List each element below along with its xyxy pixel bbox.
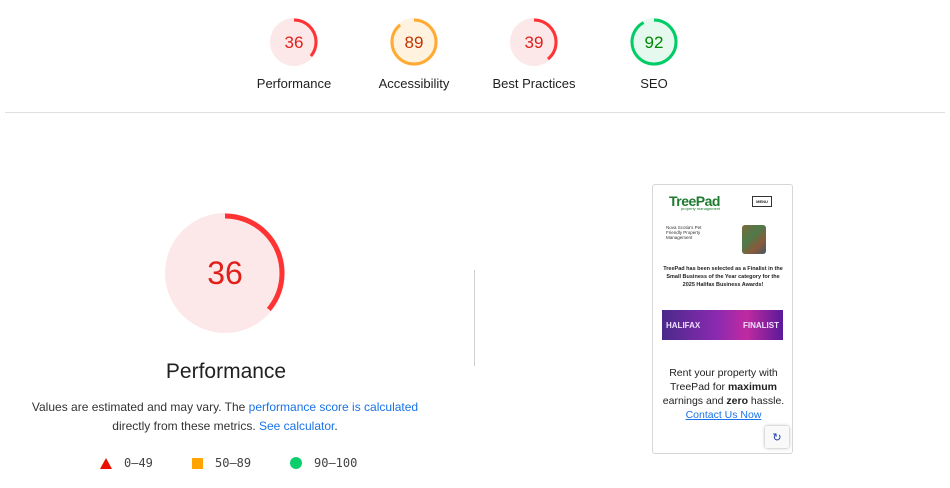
score-legend: 0–49 50–89 90–100: [0, 456, 450, 474]
gauge-performance-ring: 36: [270, 18, 318, 66]
gauge-accessibility-ring: 89: [390, 18, 438, 66]
section-divider: [5, 112, 945, 113]
rent-text-2: earnings and: [662, 395, 727, 407]
tagline-text: Nova Scotia's Pet Friendly Property Mana…: [666, 225, 702, 240]
legend-range: 90–100: [314, 456, 358, 470]
description-suffix: .: [334, 419, 338, 433]
performance-score-link[interactable]: performance score is calculated: [249, 400, 418, 414]
rent-text-3: hassle.: [748, 395, 785, 407]
description-prefix: Values are estimated and may vary. The: [31, 400, 249, 414]
contact-us-link: Contact Us Now: [685, 409, 762, 421]
description-middle: directly from these metrics.: [112, 419, 259, 433]
legend-average: 50–89: [192, 456, 251, 470]
page-screenshot: TreePad property management MENU Nova Sc…: [652, 184, 793, 454]
gauge-label: Best Practices: [492, 76, 576, 91]
vertical-divider: [474, 270, 475, 366]
banner-right-text: FINALIST: [743, 320, 779, 330]
gauge-accessibility[interactable]: 89 Accessibility: [349, 16, 479, 91]
performance-score: 36: [207, 255, 243, 291]
gauge-seo-ring: 92: [630, 18, 678, 66]
finalist-banner: HALIFAX FINALIST: [662, 310, 783, 340]
performance-gauge-ring: 36: [165, 213, 285, 333]
see-calculator-link[interactable]: See calculator: [259, 419, 334, 433]
rent-bold-2: zero: [726, 395, 749, 407]
legend-fail: 0–49: [100, 456, 153, 470]
score-summary: 36 Performance 89 Accessibility 39 Best …: [0, 0, 950, 112]
gauge-value: 92: [645, 33, 664, 52]
gauge-value: 89: [405, 33, 424, 52]
gauge-label: Accessibility: [378, 76, 450, 91]
menu-button: MENU: [752, 196, 772, 207]
gauge-label: SEO: [640, 76, 668, 91]
gauge-best-practices-ring: 39: [510, 18, 558, 66]
gauge-value: 39: [525, 33, 544, 52]
award-text: TreePad has been selected as a Finalist …: [663, 266, 783, 288]
rent-bold-1: maximum: [727, 381, 777, 393]
crest-image: [742, 225, 766, 254]
circle-icon: [290, 457, 302, 469]
legend-range: 0–49: [124, 456, 153, 470]
performance-description: Values are estimated and may vary. The p…: [20, 398, 430, 436]
gauge-value: 36: [285, 33, 304, 52]
rent-text: Rent your property with TreePad for maxi…: [659, 366, 788, 422]
gauge-performance[interactable]: 36 Performance: [229, 16, 359, 91]
legend-pass: 90–100: [290, 456, 357, 470]
logo-subtitle: property management: [681, 206, 721, 211]
recaptcha-icon: ↻: [765, 426, 789, 448]
legend-range: 50–89: [215, 456, 252, 470]
performance-title: Performance: [165, 360, 287, 383]
triangle-icon: [100, 457, 112, 469]
gauge-seo[interactable]: 92 SEO: [589, 16, 719, 91]
gauge-label: Performance: [256, 76, 332, 91]
performance-gauge: 36: [162, 210, 288, 341]
banner-left-text: HALIFAX: [666, 320, 701, 330]
gauge-best-practices[interactable]: 39 Best Practices: [469, 16, 599, 91]
square-icon: [192, 457, 203, 469]
